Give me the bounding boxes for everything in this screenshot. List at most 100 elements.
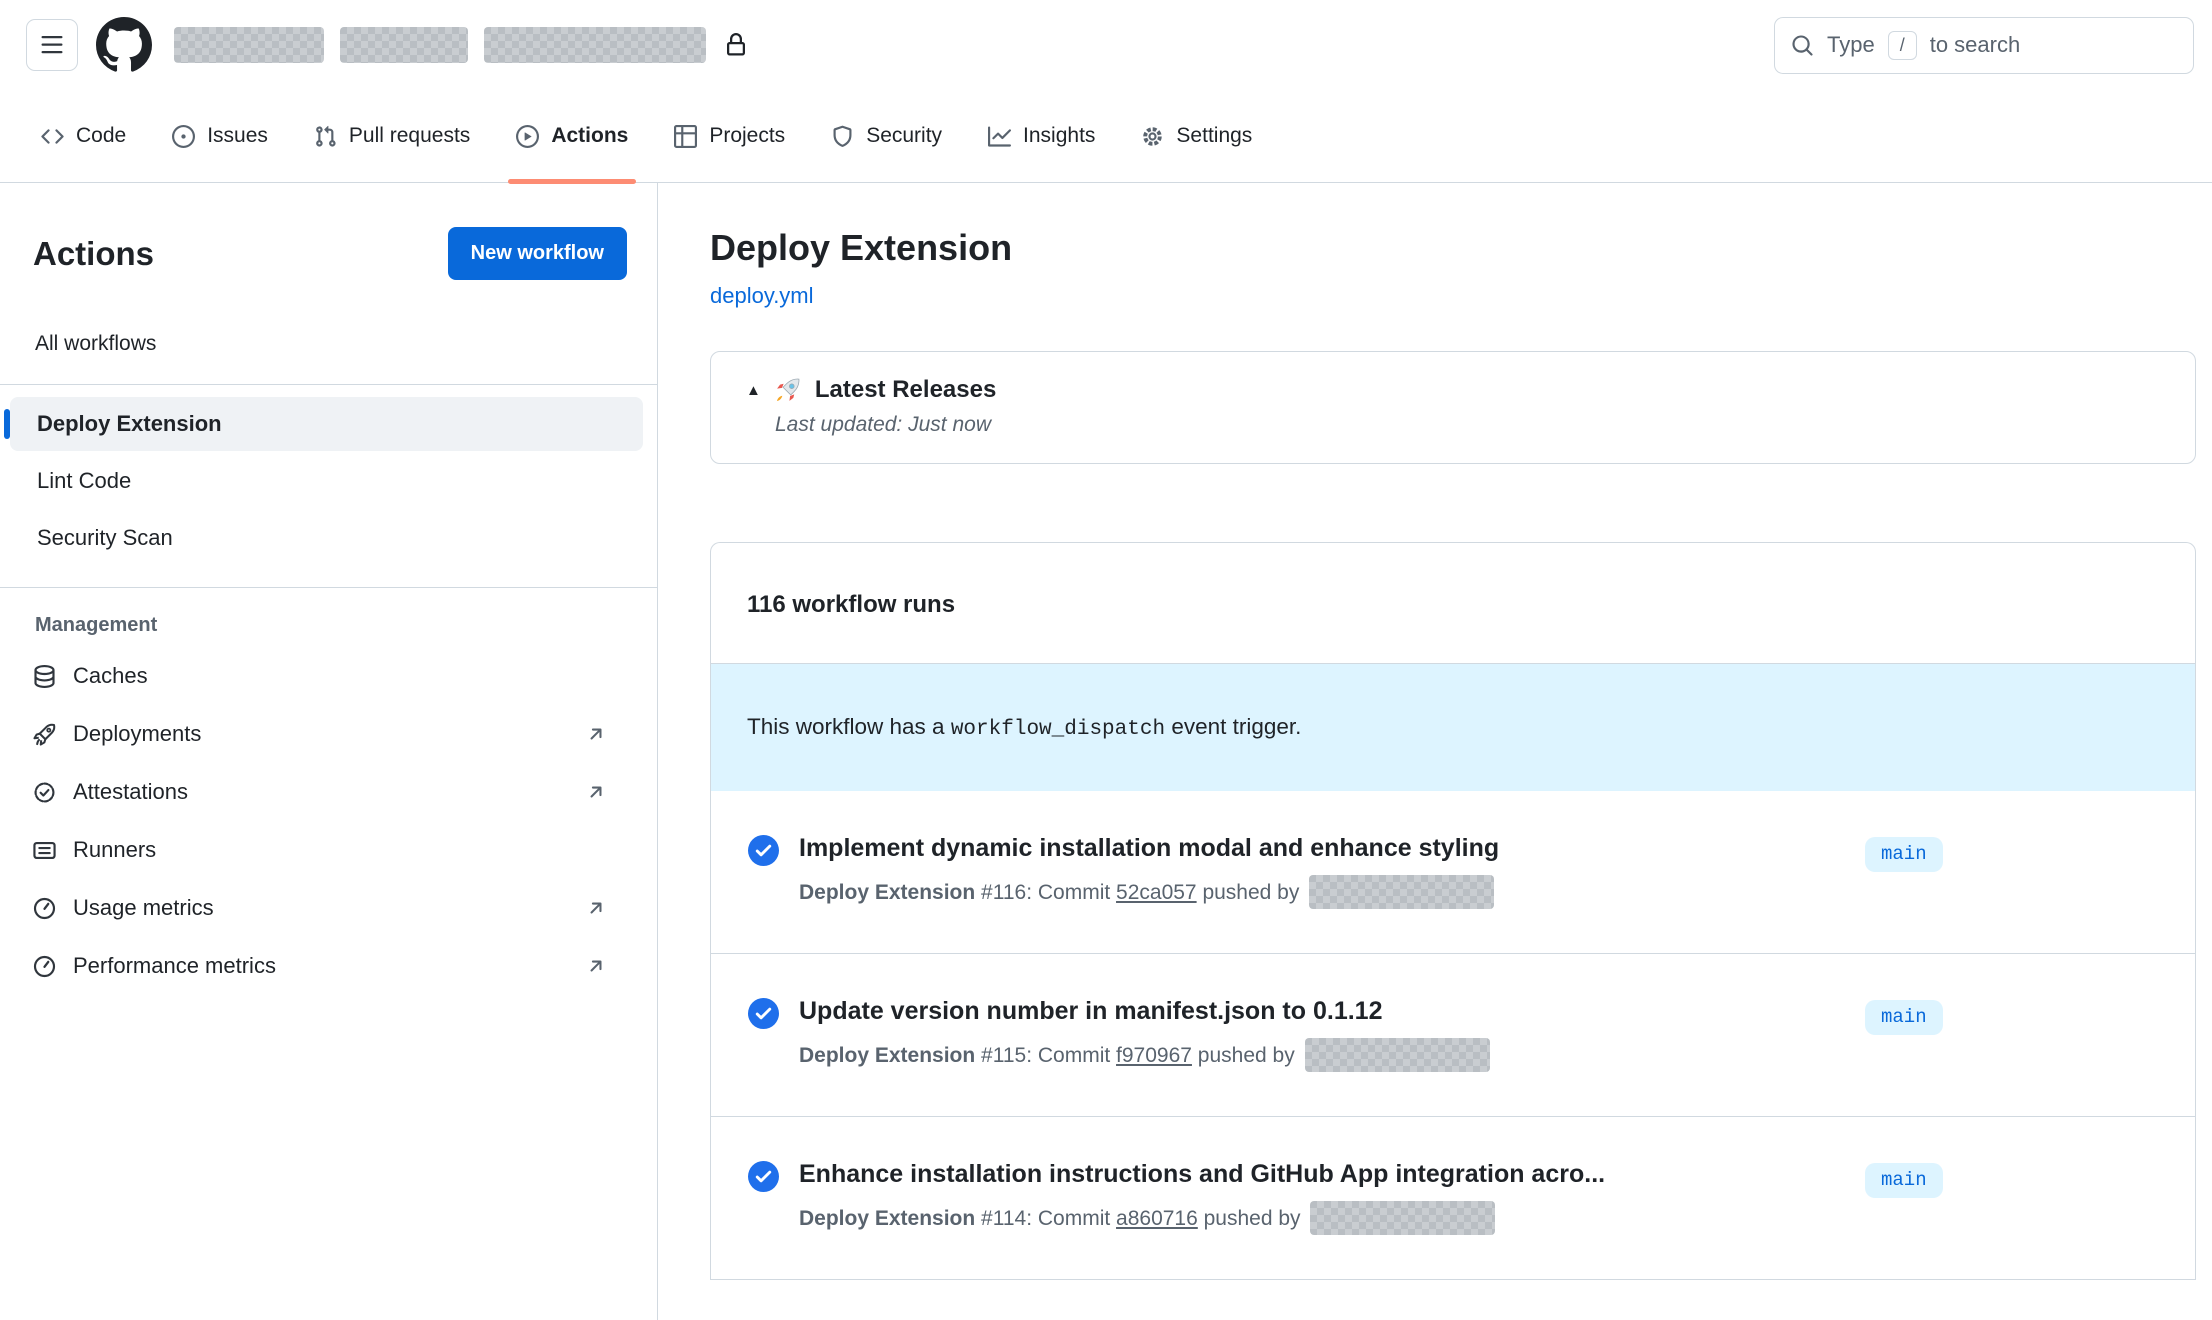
workflow-runs-count: 116 workflow runs [711, 543, 2195, 664]
arrow-up-right-icon [585, 955, 607, 977]
sidebar-item-caches[interactable]: Caches [0, 647, 657, 705]
check-circle-icon [748, 835, 779, 866]
meter-icon [33, 897, 56, 920]
arrow-up-right-icon [585, 723, 607, 745]
rocket-emoji-icon [775, 377, 801, 403]
shield-icon [831, 125, 854, 148]
app-header: Type / to search [0, 0, 2212, 90]
divider [0, 587, 657, 588]
search-placeholder-suffix: to search [1930, 32, 2021, 58]
run-title-link[interactable]: Implement dynamic installation modal and… [799, 833, 1865, 863]
rocket-icon [33, 723, 56, 746]
actions-sidebar: Actions New workflow All workflows Deplo… [0, 183, 658, 1320]
gear-icon [1141, 125, 1164, 148]
meter-icon [33, 955, 56, 978]
sidebar-item-performance-metrics[interactable]: Performance metrics [0, 937, 657, 995]
banner-text: event trigger. [1165, 714, 1301, 739]
server-icon [33, 839, 56, 862]
github-logo-icon[interactable] [96, 17, 152, 73]
workflow-runs-box: 116 workflow runs This workflow has a wo… [710, 542, 2196, 1280]
sidebar-item-attestations[interactable]: Attestations [0, 763, 657, 821]
tab-label: Code [76, 124, 126, 148]
run-title-link[interactable]: Enhance installation instructions and Gi… [799, 1159, 1865, 1189]
workflow-file-link[interactable]: deploy.yml [710, 283, 814, 309]
tab-security[interactable]: Security [815, 90, 958, 182]
redacted-actor-name [1309, 875, 1494, 909]
tab-label: Security [866, 124, 942, 148]
search-placeholder-prefix: Type [1827, 32, 1875, 58]
check-circle-icon [748, 1161, 779, 1192]
main-content: Deploy Extension deploy.yml ▲ Latest Rel… [658, 183, 2212, 1320]
branch-badge[interactable]: main [1865, 1000, 1943, 1035]
sidebar-item-deploy-extension[interactable]: Deploy Extension [10, 397, 643, 451]
redacted-owner-name [174, 27, 324, 63]
tab-projects[interactable]: Projects [658, 90, 801, 182]
repo-nav: Code Issues Pull requests Actions Projec… [0, 90, 2212, 183]
issue-opened-icon [172, 125, 195, 148]
verified-icon [33, 781, 56, 804]
sidebar-item-usage-metrics[interactable]: Usage metrics [0, 879, 657, 937]
branch-badge[interactable]: main [1865, 837, 1943, 872]
cache-icon [33, 665, 56, 688]
pushed-by-text: pushed by [1198, 1207, 1307, 1230]
run-subtitle: Deploy Extension #115: Commit f970967 pu… [799, 1038, 1865, 1072]
arrow-up-right-icon [585, 897, 607, 919]
sidebar-item-label: Runners [73, 837, 156, 863]
commit-link[interactable]: a860716 [1116, 1207, 1198, 1230]
check-circle-icon [748, 998, 779, 1029]
run-title-link[interactable]: Update version number in manifest.json t… [799, 996, 1865, 1026]
tab-issues[interactable]: Issues [156, 90, 284, 182]
run-subtitle: Deploy Extension #116: Commit 52ca057 pu… [799, 875, 1865, 909]
sidebar-item-label: Usage metrics [73, 895, 214, 921]
sidebar-item-lint-code[interactable]: Lint Code [10, 454, 643, 508]
hamburger-menu-button[interactable] [26, 19, 78, 71]
redacted-actor-name [1310, 1201, 1495, 1235]
commit-link[interactable]: f970967 [1116, 1044, 1192, 1067]
tab-label: Issues [207, 124, 268, 148]
run-descriptor: #115: Commit [975, 1044, 1116, 1067]
sidebar-item-runners[interactable]: Runners [0, 821, 657, 879]
sidebar-item-all-workflows[interactable]: All workflows [0, 326, 657, 362]
workflow-list: Deploy Extension Lint Code Security Scan [0, 397, 657, 565]
tab-label: Insights [1023, 124, 1095, 148]
workflow-dispatch-banner: This workflow has a workflow_dispatch ev… [711, 664, 2195, 791]
management-section-title: Management [0, 614, 657, 637]
tab-pull-requests[interactable]: Pull requests [298, 90, 486, 182]
run-workflow-name: Deploy Extension [799, 1207, 975, 1230]
branch-badge[interactable]: main [1865, 1163, 1943, 1198]
releases-title: Latest Releases [815, 376, 996, 404]
breadcrumb [174, 27, 748, 63]
play-icon [516, 125, 539, 148]
redacted-actor-name [1305, 1038, 1490, 1072]
sidebar-title: Actions [33, 235, 154, 273]
run-workflow-name: Deploy Extension [799, 881, 975, 904]
latest-releases-box: ▲ Latest Releases Last updated: Just now [710, 351, 2196, 464]
sidebar-item-security-scan[interactable]: Security Scan [10, 511, 643, 565]
tab-code[interactable]: Code [25, 90, 142, 182]
tab-insights[interactable]: Insights [972, 90, 1111, 182]
workflow-run-row: Enhance installation instructions and Gi… [711, 1116, 2195, 1279]
caret-up-icon[interactable]: ▲ [746, 383, 761, 398]
run-subtitle: Deploy Extension #114: Commit a860716 pu… [799, 1201, 1865, 1235]
arrow-up-right-icon [585, 781, 607, 803]
sidebar-item-label: Performance metrics [73, 953, 276, 979]
redacted-repo-name [484, 27, 706, 63]
tab-actions[interactable]: Actions [500, 90, 644, 182]
sidebar-item-label: Caches [73, 663, 148, 689]
banner-code: workflow_dispatch [951, 718, 1165, 741]
run-list-bottom-divider [711, 1279, 2195, 1280]
releases-last-updated: Last updated: Just now [746, 413, 2167, 437]
commit-link[interactable]: 52ca057 [1116, 881, 1197, 904]
new-workflow-button[interactable]: New workflow [448, 227, 627, 280]
slash-key-hint: / [1888, 31, 1917, 60]
workflow-run-row: Update version number in manifest.json t… [711, 953, 2195, 1116]
banner-text: This workflow has a [747, 714, 951, 739]
sidebar-item-deployments[interactable]: Deployments [0, 705, 657, 763]
tab-settings[interactable]: Settings [1125, 90, 1268, 182]
pushed-by-text: pushed by [1197, 881, 1306, 904]
tab-label: Projects [709, 124, 785, 148]
run-workflow-name: Deploy Extension [799, 1044, 975, 1067]
search-input[interactable]: Type / to search [1774, 17, 2194, 74]
workflow-run-row: Implement dynamic installation modal and… [711, 791, 2195, 953]
run-descriptor: #114: Commit [975, 1207, 1116, 1230]
